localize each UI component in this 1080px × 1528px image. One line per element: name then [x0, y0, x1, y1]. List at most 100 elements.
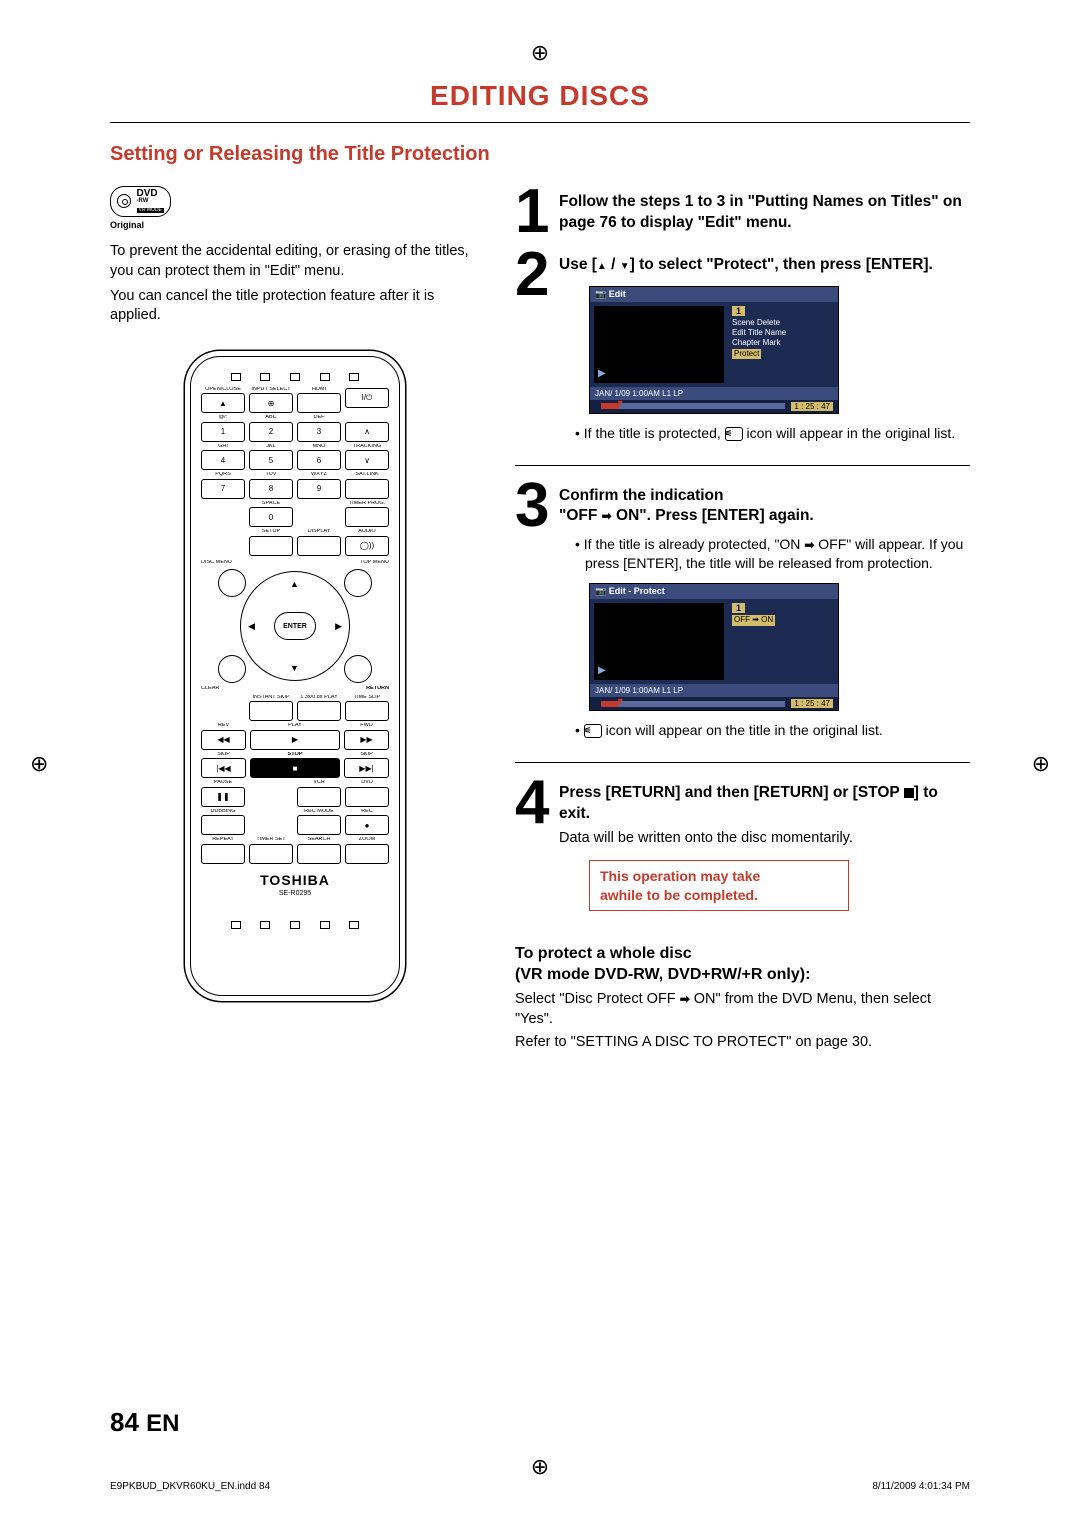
bullet-lock-icon-appear: • ⚟ icon will appear on the title in the… [575, 721, 970, 740]
search-button [297, 844, 341, 864]
num-3-button: 3 [297, 422, 341, 442]
step-divider [515, 465, 970, 466]
osd-screenshot-protect: 📷 Edit - Protect ▶ 1 OFF ➡ ON JAN/ 1/09 … [589, 583, 839, 711]
num-7-button: 7 [201, 479, 245, 499]
satlink-button [345, 479, 389, 499]
ir-leds [201, 369, 389, 385]
osd-progress: ▼ 1 : 25 : 47 [590, 697, 838, 710]
bullet-already-protected: • If the title is already protected, "ON… [575, 535, 970, 573]
arrow-right-icon [680, 991, 690, 1007]
left-column: DVD -RW VR MODE Original To prevent the … [110, 186, 480, 1053]
osd-time: 1 : 25 : 47 [791, 402, 833, 411]
step-heading: Press [RETURN] and then [RETURN] or [STO… [559, 783, 970, 825]
osd-screenshot-edit: 📷 Edit ▶ 1 Scene Delete Edit Title Name … [589, 286, 839, 414]
bottom-decor [201, 917, 389, 933]
arrow-right-icon [804, 536, 814, 552]
remote-brand: TOSHIBA [201, 872, 389, 888]
play-icon: ▶ [598, 665, 606, 676]
enter-button: ENTER [274, 612, 316, 640]
repeat-button [201, 844, 245, 864]
lock-key-icon: ⚟ [725, 427, 743, 441]
play-icon: ▶ [598, 368, 606, 379]
right-button: ▶ [335, 621, 342, 632]
clear-button [218, 655, 246, 683]
stop-button: ■ [250, 758, 340, 778]
intro-paragraph-1: To prevent the accidental editing, or er… [110, 242, 480, 281]
page-number: 84 EN [110, 1407, 180, 1438]
rec-mode-button [297, 815, 341, 835]
osd-progress: ▼ 1 : 25 : 47 [590, 400, 838, 413]
hdmi-button [297, 393, 341, 413]
stop-icon [904, 788, 914, 798]
dvd-button [345, 787, 389, 807]
num-1-button: 1 [201, 422, 245, 442]
audio-button: ◯)) [345, 536, 389, 556]
osd-title: 📷 Edit [590, 287, 838, 302]
osd-time: 1 : 25 : 47 [791, 699, 833, 708]
dpad: ▲ ▼ ◀ ▶ ENTER [240, 571, 350, 681]
num-4-button: 4 [201, 450, 245, 470]
pause-button: ❚❚ [201, 787, 245, 807]
speed-play-button [297, 701, 341, 721]
registration-mark-icon: ⊕ [531, 1454, 549, 1480]
remote-model: SE-R0295 [201, 890, 389, 897]
page: ⊕ ⊕ ⊕ ⊕ EDITING DISCS Setting or Releasi… [0, 0, 1080, 1528]
title-rule [110, 122, 970, 123]
badge-caption: Original [110, 220, 480, 230]
num-9-button: 9 [297, 479, 341, 499]
disc-icon [117, 194, 131, 208]
osd-menu-selected: OFF ➡ ON [732, 615, 775, 625]
step-body-text: Data will be written onto the disc momen… [559, 829, 970, 849]
osd-menu: OFF ➡ ON [732, 615, 834, 625]
registration-mark-icon: ⊕ [531, 40, 549, 66]
num-5-button: 5 [249, 450, 293, 470]
bullet-protected: • If the title is protected, ⚟ icon will… [575, 424, 970, 443]
badge-line3: VR MODE [137, 208, 164, 213]
osd-menu-selected: Protect [732, 349, 761, 359]
step-number: 4 [515, 777, 559, 923]
down-button: ▼ [290, 663, 299, 673]
num-0-button: 0 [249, 507, 293, 527]
top-menu-button [344, 569, 372, 597]
ch-up-button: ∧ [345, 422, 389, 442]
num-8-button: 8 [249, 479, 293, 499]
footer-date: 8/11/2009 4:01:34 PM [872, 1481, 970, 1492]
vcr-button [297, 787, 341, 807]
step-1: 1 Follow the steps 1 to 3 in "Putting Na… [515, 186, 970, 239]
skip-back-button: |◀◀ [201, 758, 246, 778]
arrow-right-icon [602, 507, 612, 524]
num-6-button: 6 [297, 450, 341, 470]
up-button: ▲ [290, 579, 299, 589]
osd-title: 📷 Edit - Protect [590, 584, 838, 599]
step-number: 2 [515, 249, 559, 451]
display-button [297, 536, 341, 556]
intro-paragraph-2: You can cancel the title protection feat… [110, 287, 480, 326]
rec-button: ● [345, 815, 389, 835]
section-heading: Setting or Releasing the Title Protectio… [110, 143, 970, 166]
right-column: 1 Follow the steps 1 to 3 in "Putting Na… [515, 186, 970, 1053]
osd-footer-info: JAN/ 1/09 1:00AM L1 LP [590, 387, 838, 400]
fwd-button: ▶▶ [344, 730, 389, 750]
play-button: ▶ [250, 730, 340, 750]
page-title: EDITING DISCS [110, 80, 970, 112]
protect-whole-disc-body: Select "Disc Protect OFF ON" from the DV… [515, 990, 970, 1029]
osd-menu: Scene Delete Edit Title Name Chapter Mar… [732, 318, 834, 360]
dubbing-button [201, 815, 245, 835]
note-box: This operation may take awhile to be com… [589, 860, 849, 910]
protect-whole-disc-ref: Refer to "SETTING A DISC TO PROTECT" on … [515, 1033, 970, 1053]
remote-illustration: OPEN/CLOSE▲ INPUT SELECT⊕ HDMI I/⏻ @/:1 … [110, 356, 480, 996]
power-button: I/⏻ [345, 388, 389, 408]
step-number: 1 [515, 186, 559, 239]
return-button [344, 655, 372, 683]
disc-menu-button [218, 569, 246, 597]
time-slip-button [345, 701, 389, 721]
step-heading: Confirm the indication "OFF ON". Press [… [559, 486, 970, 528]
timer-set-button [249, 844, 293, 864]
zoom-button [345, 844, 389, 864]
input-select-button: ⊕ [249, 393, 293, 413]
instant-skip-button [249, 701, 293, 721]
step-heading: Use [ / ] to select "Protect", then pres… [559, 255, 970, 276]
registration-mark-icon: ⊕ [1032, 751, 1050, 777]
osd-tag: 1 [732, 306, 745, 316]
open-close-button: ▲ [201, 393, 245, 413]
